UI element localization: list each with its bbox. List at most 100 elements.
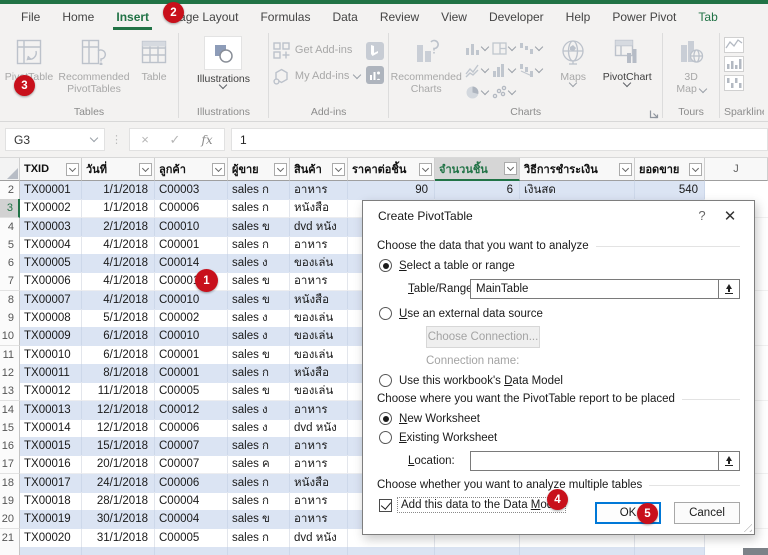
- winloss-sparkline-button[interactable]: [724, 75, 744, 91]
- row-header[interactable]: 8: [0, 291, 20, 310]
- confirm-entry-icon[interactable]: ✓: [160, 132, 190, 148]
- cell[interactable]: dvd หนัง: [290, 218, 348, 237]
- cell[interactable]: TX00005: [20, 254, 82, 273]
- radio-new-worksheet[interactable]: New Worksheet: [377, 412, 740, 425]
- 3d-map-button[interactable]: 3DMap: [667, 33, 715, 99]
- tab-table-design[interactable]: Tab: [687, 4, 728, 30]
- column-sparkline-button[interactable]: [724, 56, 744, 72]
- cell[interactable]: dvd หนัง: [290, 419, 348, 438]
- cell[interactable]: sales ง: [228, 419, 290, 438]
- cell[interactable]: 6/1/2018: [82, 327, 155, 346]
- column-chart-button[interactable]: [465, 37, 492, 59]
- row-header[interactable]: 18: [0, 474, 20, 493]
- maps-button[interactable]: Maps: [550, 33, 596, 99]
- cell[interactable]: C00010: [155, 327, 228, 346]
- cell[interactable]: 4/1/2018: [82, 236, 155, 255]
- cell[interactable]: C00001: [155, 346, 228, 365]
- row-header[interactable]: 3: [0, 199, 20, 218]
- cell[interactable]: TX00002: [20, 199, 82, 218]
- column-header[interactable]: วันที่: [82, 158, 155, 181]
- get-addins-button[interactable]: Get Add-ins: [273, 37, 360, 63]
- cell[interactable]: C00006: [155, 199, 228, 218]
- cell[interactable]: TX00001: [20, 181, 82, 200]
- cell[interactable]: TX00008: [20, 309, 82, 328]
- cell[interactable]: TX00020: [20, 529, 82, 548]
- cell[interactable]: TX00016: [20, 455, 82, 474]
- cell[interactable]: sales ค: [228, 455, 290, 474]
- cell[interactable]: 4/1/2018: [82, 254, 155, 273]
- row-header[interactable]: 2: [0, 181, 20, 200]
- cell[interactable]: TX00013: [20, 401, 82, 420]
- charts-dialog-launcher[interactable]: [649, 109, 659, 119]
- tab-view[interactable]: View: [430, 4, 478, 30]
- column-header[interactable]: ราคาต่อชิ้น: [348, 158, 435, 181]
- cell[interactable]: C00001: [155, 364, 228, 383]
- cell[interactable]: C00014: [155, 254, 228, 273]
- cell[interactable]: sales ข: [228, 382, 290, 401]
- cell[interactable]: C00007: [155, 437, 228, 456]
- row-header[interactable]: 5: [0, 236, 20, 255]
- cell[interactable]: 8/1/2018: [82, 364, 155, 383]
- cell[interactable]: TX00004: [20, 236, 82, 255]
- column-header[interactable]: วิธีการชำระเงิน: [520, 158, 635, 181]
- cell[interactable]: TX00009: [20, 327, 82, 346]
- cell[interactable]: อาหาร: [290, 492, 348, 511]
- range-picker-button[interactable]: [719, 451, 740, 471]
- my-addins-button[interactable]: My Add-ins: [273, 63, 360, 89]
- cell[interactable]: C00004: [155, 492, 228, 511]
- column-header[interactable]: ยอดขาย: [635, 158, 705, 181]
- cell[interactable]: C00005: [155, 382, 228, 401]
- tab-developer[interactable]: Developer: [478, 4, 555, 30]
- cell[interactable]: sales ง: [228, 254, 290, 273]
- name-box[interactable]: G3: [5, 128, 105, 151]
- illustrations-button[interactable]: Illustrations: [188, 33, 258, 99]
- help-icon[interactable]: ?: [689, 208, 715, 223]
- column-header[interactable]: จำนวนชิ้น: [435, 158, 520, 181]
- cell[interactable]: TX00019: [20, 510, 82, 529]
- stock-chart-button[interactable]: [519, 59, 546, 81]
- radio-button[interactable]: [379, 431, 392, 444]
- table-range-input[interactable]: MainTable: [470, 279, 719, 299]
- row-header[interactable]: 10: [0, 327, 20, 346]
- cell[interactable]: เงินสด: [520, 181, 635, 200]
- tab-review[interactable]: Review: [369, 4, 430, 30]
- hierarchy-chart-button[interactable]: [492, 37, 519, 59]
- insert-function-icon[interactable]: fx: [190, 133, 224, 147]
- cell[interactable]: 4/1/2018: [82, 291, 155, 310]
- formula-bar-grip[interactable]: ⋮: [111, 133, 123, 146]
- cell[interactable]: TX00014: [20, 419, 82, 438]
- radio-button[interactable]: [379, 259, 392, 272]
- histogram-chart-button[interactable]: [492, 59, 519, 81]
- cell[interactable]: 1/1/2018: [82, 181, 155, 200]
- cell[interactable]: sales ข: [228, 510, 290, 529]
- row-header[interactable]: 13: [0, 382, 20, 401]
- cell[interactable]: 12/1/2018: [82, 401, 155, 420]
- cell[interactable]: sales ง: [228, 401, 290, 420]
- cell[interactable]: หนังสือ: [290, 291, 348, 310]
- cell[interactable]: ของเล่น: [290, 254, 348, 273]
- range-picker-button[interactable]: [719, 279, 740, 299]
- column-header[interactable]: TXID: [20, 158, 82, 181]
- radio-button[interactable]: [379, 307, 392, 320]
- people-graph-addin-icon[interactable]: [366, 66, 384, 84]
- select-all-corner[interactable]: [0, 158, 20, 181]
- cell[interactable]: 28/1/2018: [82, 492, 155, 511]
- cell[interactable]: sales ก: [228, 437, 290, 456]
- cell[interactable]: C00004: [155, 510, 228, 529]
- cell[interactable]: TX00018: [20, 492, 82, 511]
- cell[interactable]: 5/1/2018: [82, 309, 155, 328]
- radio-external-data-source[interactable]: Use an external data source: [377, 307, 740, 320]
- cell[interactable]: sales ก: [228, 474, 290, 493]
- tab-data[interactable]: Data: [321, 4, 368, 30]
- cell[interactable]: ของเล่น: [290, 309, 348, 328]
- column-header[interactable]: ลูกค้า: [155, 158, 228, 181]
- cell[interactable]: sales ก: [228, 364, 290, 383]
- cell[interactable]: 24/1/2018: [82, 474, 155, 493]
- cell[interactable]: อาหาร: [290, 455, 348, 474]
- cell[interactable]: C00003: [155, 181, 228, 200]
- cell[interactable]: sales ก: [228, 236, 290, 255]
- cell[interactable]: อาหาร: [290, 510, 348, 529]
- close-icon[interactable]: ✕: [715, 207, 745, 225]
- radio-existing-worksheet[interactable]: Existing Worksheet: [377, 431, 740, 444]
- cell[interactable]: อาหาร: [290, 236, 348, 255]
